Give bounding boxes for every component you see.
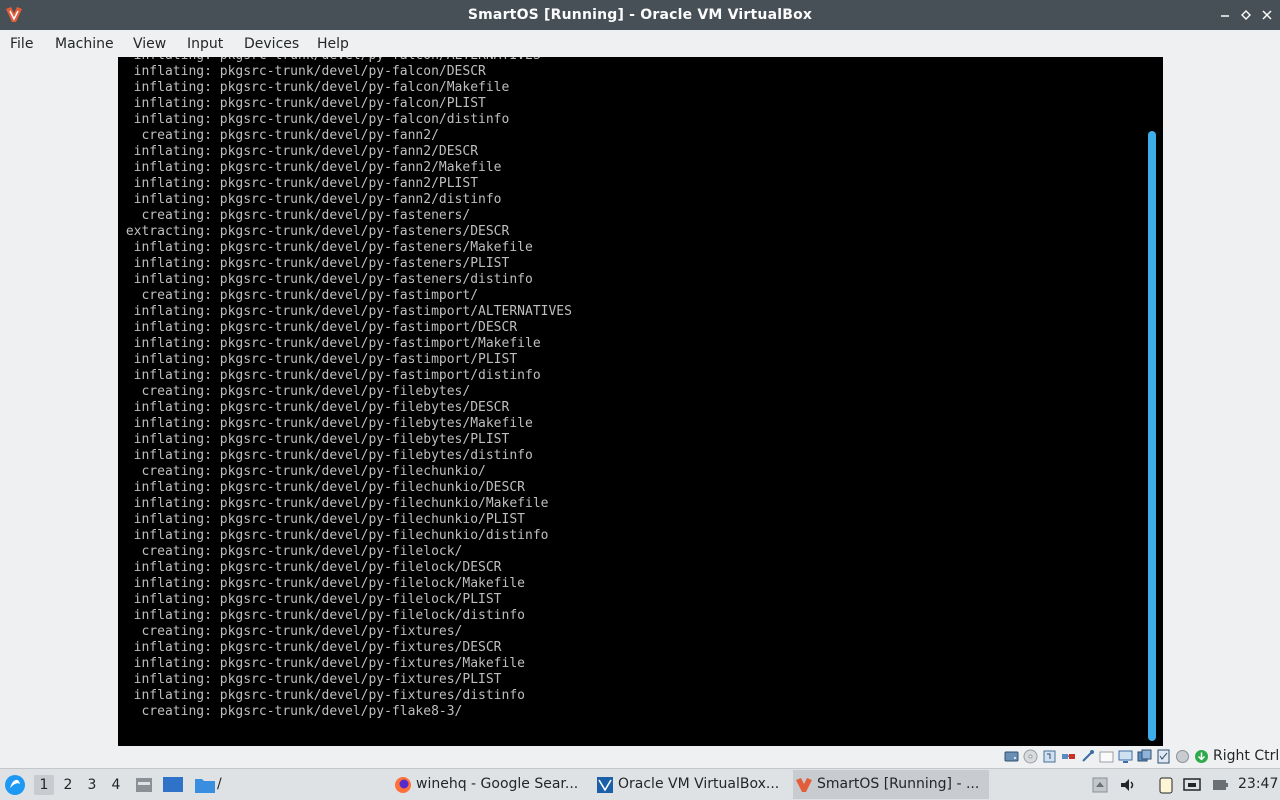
console-line: inflating: pkgsrc-trunk/devel/py-fileloc… [118, 576, 525, 591]
console-line: inflating: pkgsrc-trunk/devel/py-fastimp… [118, 368, 541, 383]
cpu-icon[interactable] [1156, 749, 1171, 764]
clipboard-icon[interactable] [1157, 776, 1175, 794]
console-line: inflating: pkgsrc-trunk/devel/py-fixture… [118, 656, 525, 671]
console-line: inflating: pkgsrc-trunk/devel/py-fileloc… [118, 592, 502, 607]
console-line: inflating: pkgsrc-trunk/devel/py-falcon/… [118, 80, 510, 95]
console-line: inflating: pkgsrc-trunk/devel/py-fixture… [118, 672, 502, 687]
console-line: creating: pkgsrc-trunk/devel/py-filebyte… [118, 384, 471, 399]
console-scrollbar[interactable] [1148, 131, 1156, 741]
audio-icon[interactable] [1042, 749, 1057, 764]
shared-folder-icon[interactable] [1099, 749, 1114, 764]
menu-input[interactable]: Input [187, 34, 223, 54]
close-icon[interactable] [1258, 6, 1276, 24]
vm-display-area: inflating: pkgsrc-trunk/devel/py-falcon/… [0, 57, 1280, 746]
workspace-3[interactable]: 3 [82, 775, 102, 795]
console-line: inflating: pkgsrc-trunk/devel/py-falcon/… [118, 96, 486, 111]
menu-view[interactable]: View [133, 34, 166, 54]
console-line: inflating: pkgsrc-trunk/devel/py-filebyt… [118, 416, 533, 431]
console-line: inflating: pkgsrc-trunk/devel/py-fastene… [118, 272, 533, 287]
console-line: inflating: pkgsrc-trunk/devel/py-filechu… [118, 528, 549, 543]
display-icon[interactable] [1118, 749, 1133, 764]
workspace-1[interactable]: 1 [34, 775, 54, 795]
console-line: creating: pkgsrc-trunk/devel/py-fann2/ [118, 128, 439, 143]
host-key-label[interactable]: Right Ctrl [1213, 748, 1279, 764]
console-line: inflating: pkgsrc-trunk/devel/py-fastimp… [118, 320, 518, 335]
console-line: creating: pkgsrc-trunk/devel/py-filechun… [118, 464, 486, 479]
workspace-4[interactable]: 4 [106, 775, 126, 795]
console-line: inflating: pkgsrc-trunk/devel/py-fann2/d… [118, 192, 502, 207]
console-line: inflating: pkgsrc-trunk/devel/py-falcon/… [118, 57, 572, 64]
console-line: inflating: pkgsrc-trunk/devel/py-filechu… [118, 512, 525, 527]
console-line: inflating: pkgsrc-trunk/devel/py-fann2/P… [118, 176, 479, 191]
console-line: inflating: pkgsrc-trunk/devel/py-fann2/D… [118, 144, 479, 159]
console-line: inflating: pkgsrc-trunk/devel/py-fann2/M… [118, 160, 502, 175]
keyboard-capture-icon[interactable] [1194, 749, 1209, 764]
task-virtualbox-manager[interactable]: Oracle VM VirtualBox... [594, 770, 790, 799]
console-line: inflating: pkgsrc-trunk/devel/py-fixture… [118, 640, 502, 655]
network-icon[interactable] [1061, 749, 1076, 764]
task-label: Oracle VM VirtualBox... [618, 776, 780, 792]
console-line: creating: pkgsrc-trunk/devel/py-flake8-3… [118, 704, 463, 719]
task-label: winehq - Google Sear... [416, 776, 579, 792]
vm-running-icon [796, 778, 812, 792]
battery-icon[interactable] [1211, 776, 1229, 794]
menubar: File Machine View Input Devices Help [0, 30, 1280, 57]
task-smartos-vm[interactable]: SmartOS [Running] - ... [793, 770, 989, 799]
console-line: inflating: pkgsrc-trunk/devel/py-falcon/… [118, 64, 486, 79]
vm-status-bar: Right Ctrl [0, 746, 1280, 768]
console-line: inflating: pkgsrc-trunk/devel/py-filechu… [118, 496, 549, 511]
firefox-icon [395, 777, 411, 793]
console-line: inflating: pkgsrc-trunk/devel/py-fastimp… [118, 336, 541, 351]
guest-console-screen[interactable]: inflating: pkgsrc-trunk/devel/py-falcon/… [118, 57, 1163, 746]
console-line: inflating: pkgsrc-trunk/devel/py-filechu… [118, 480, 525, 495]
taskbar: 1 2 3 4 / winehq - Google Sear... Oracle… [0, 768, 1280, 800]
console-line: extracting: pkgsrc-trunk/devel/py-fasten… [118, 224, 510, 239]
task-firefox[interactable]: winehq - Google Sear... [392, 770, 588, 799]
virtualbox-icon [597, 777, 613, 793]
window-titlebar[interactable]: SmartOS [Running] - Oracle VM VirtualBox [0, 0, 1280, 30]
console-line: inflating: pkgsrc-trunk/devel/py-fastene… [118, 256, 510, 271]
launcher-path: / [217, 776, 222, 792]
console-line: creating: pkgsrc-trunk/devel/py-fixtures… [118, 624, 463, 639]
task-label: SmartOS [Running] - ... [817, 776, 980, 792]
console-line: inflating: pkgsrc-trunk/devel/py-fastimp… [118, 304, 572, 319]
menu-machine[interactable]: Machine [55, 34, 114, 54]
console-line: inflating: pkgsrc-trunk/devel/py-fastene… [118, 240, 533, 255]
clock[interactable]: 23:47 [1238, 769, 1278, 800]
console-line: inflating: pkgsrc-trunk/devel/py-fileloc… [118, 560, 502, 575]
maximize-icon[interactable] [1237, 6, 1255, 24]
console-line: inflating: pkgsrc-trunk/devel/py-falcon/… [118, 112, 510, 127]
console-line: inflating: pkgsrc-trunk/devel/py-filebyt… [118, 400, 510, 415]
workspace-2[interactable]: 2 [58, 775, 78, 795]
minimize-icon[interactable] [1216, 6, 1234, 24]
console-line: inflating: pkgsrc-trunk/devel/py-filebyt… [118, 432, 510, 447]
volume-icon[interactable] [1119, 776, 1137, 794]
menu-file[interactable]: File [10, 34, 33, 54]
menu-devices[interactable]: Devices [244, 34, 299, 54]
window-title: SmartOS [Running] - Oracle VM VirtualBox [467, 7, 813, 23]
show-desktop-icon[interactable] [162, 775, 184, 795]
console-line: inflating: pkgsrc-trunk/devel/py-fileloc… [118, 608, 525, 623]
mouse-integration-icon[interactable] [1175, 749, 1190, 764]
console-line: inflating: pkgsrc-trunk/devel/py-filebyt… [118, 448, 533, 463]
network-icon[interactable] [1183, 776, 1201, 794]
console-output: inflating: pkgsrc-trunk/devel/py-falcon/… [118, 57, 572, 720]
menu-help[interactable]: Help [317, 34, 349, 54]
console-line: creating: pkgsrc-trunk/devel/py-fastener… [118, 208, 471, 223]
app-menu-icon[interactable] [4, 774, 26, 796]
optical-disk-icon[interactable] [1023, 749, 1038, 764]
console-line: creating: pkgsrc-trunk/devel/py-filelock… [118, 544, 463, 559]
updates-icon[interactable] [1091, 776, 1109, 794]
file-manager-icon[interactable] [134, 775, 154, 795]
console-line: inflating: pkgsrc-trunk/devel/py-fastimp… [118, 352, 518, 367]
console-line: inflating: pkgsrc-trunk/devel/py-fixture… [118, 688, 525, 703]
console-line: creating: pkgsrc-trunk/devel/py-fastimpo… [118, 288, 479, 303]
video-capture-icon[interactable] [1137, 749, 1152, 764]
hard-disk-icon[interactable] [1004, 749, 1019, 764]
usb-icon[interactable] [1080, 749, 1095, 764]
folder-icon[interactable] [194, 775, 216, 795]
